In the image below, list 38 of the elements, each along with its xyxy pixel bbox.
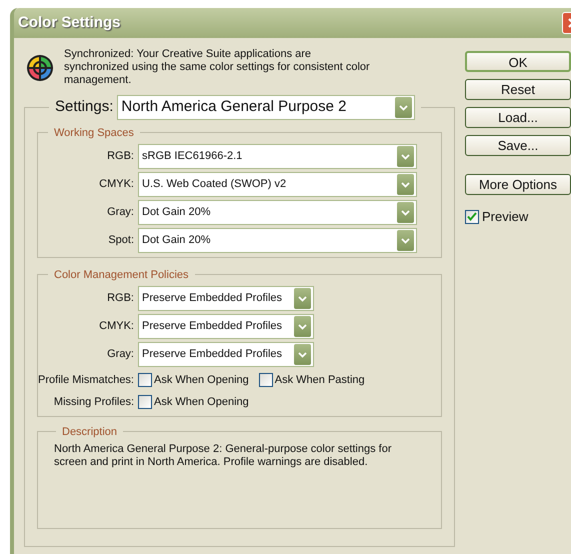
- dialog-button[interactable]: Reset: [465, 79, 571, 100]
- group-title: Color Management Policies: [54, 269, 189, 281]
- field-label: Gray:: [106, 347, 134, 362]
- dialog-button[interactable]: OK: [465, 51, 571, 72]
- dialog-button[interactable]: Load...: [465, 107, 571, 128]
- checkbox[interactable]: [258, 373, 273, 388]
- dialog-button[interactable]: More Options: [465, 174, 571, 195]
- field-label: RGB:: [106, 149, 134, 164]
- group-title: Description: [62, 426, 118, 438]
- dropdown[interactable]: sRGB IEC61966-2.1: [138, 144, 417, 169]
- field-label: Spot:: [107, 233, 134, 248]
- checkbox[interactable]: [138, 373, 152, 388]
- checkbox[interactable]: [138, 394, 152, 409]
- field-label: Gray:: [106, 205, 134, 220]
- dropdown[interactable]: Preserve Embedded Profiles: [138, 314, 314, 339]
- dialog-button[interactable]: Save...: [465, 135, 571, 156]
- field-label: Profile Mismatches:: [38, 373, 134, 388]
- settings-label: Settings:: [55, 97, 114, 118]
- checkbox-label: Ask When Opening: [154, 394, 249, 410]
- field-label: Missing Profiles:: [52, 394, 134, 410]
- dropdown[interactable]: Dot Gain 20%: [138, 200, 417, 225]
- dropdown[interactable]: U.S. Web Coated (SWOP) v2: [138, 172, 417, 197]
- dropdown[interactable]: Dot Gain 20%: [138, 228, 417, 253]
- color-wheel-icon: [26, 54, 54, 82]
- field-label: CMYK:: [98, 177, 134, 192]
- dropdown[interactable]: Preserve Embedded Profiles: [138, 286, 314, 311]
- checkbox-label: Ask When Opening: [154, 373, 249, 388]
- checkbox-label: Ask When Pasting: [274, 373, 365, 388]
- checkbox[interactable]: [465, 210, 479, 224]
- description-text: North America General Purpose 2: General-purpose color settings for screen and print in North America. Profile warnings are disabled.: [53, 443, 392, 469]
- checkbox-label: Preview: [482, 208, 528, 226]
- dropdown[interactable]: Preserve Embedded Profiles: [138, 342, 314, 367]
- field-label: RGB:: [106, 291, 134, 306]
- dropdown[interactable]: North America General Purpose 2: [117, 95, 416, 120]
- group-title: Working Spaces: [54, 127, 134, 139]
- sync-message: Synchronized: Your Creative Suite applications are synchronized using the same color settings for consistent color management.: [64, 48, 371, 87]
- window-title: Color Settings: [18, 12, 121, 33]
- field-label: CMYK:: [98, 319, 134, 334]
